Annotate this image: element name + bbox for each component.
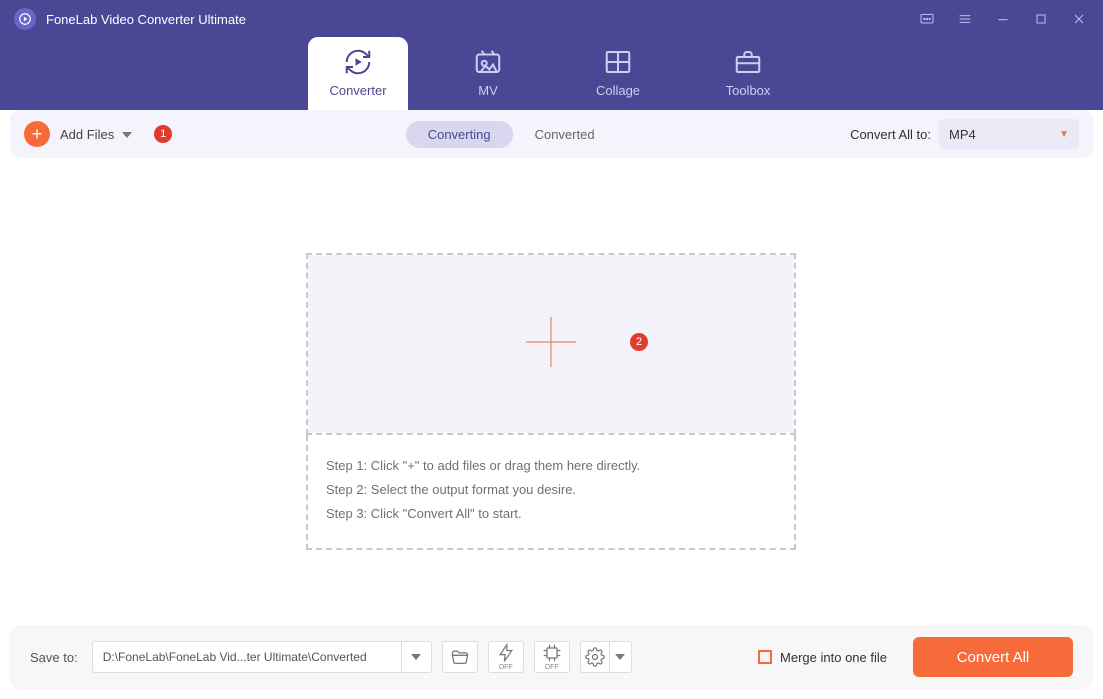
save-path-field[interactable]: D:\FoneLab\FoneLab Vid...ter Ultimate\Co… [92, 641, 402, 673]
menu-icon[interactable] [957, 11, 973, 27]
merge-label: Merge into one file [780, 650, 887, 665]
feedback-icon[interactable] [919, 11, 935, 27]
big-plus-icon[interactable] [522, 313, 580, 376]
convert-all-to-label: Convert All to: [850, 127, 931, 142]
main-nav: Converter MV Collage Toolbox [0, 38, 1103, 110]
merge-checkbox[interactable]: Merge into one file [758, 650, 887, 665]
toolbox-icon [733, 47, 763, 77]
high-speed-off-label: OFF [499, 664, 513, 671]
checkbox-icon [758, 650, 772, 664]
app-title: FoneLab Video Converter Ultimate [46, 12, 919, 27]
nav-toolbox-label: Toolbox [726, 83, 771, 98]
step-2: Step 2: Select the output format you des… [326, 481, 776, 499]
chevron-down-icon: ▼ [1059, 129, 1069, 140]
header: FoneLab Video Converter Ultimate [0, 0, 1103, 110]
settings-dropdown[interactable] [610, 641, 632, 673]
footer-bar: Save to: D:\FoneLab\FoneLab Vid...ter Ul… [10, 625, 1093, 689]
maximize-button[interactable] [1033, 11, 1049, 27]
status-segment: Converting Converted [406, 121, 617, 148]
tab-converted[interactable]: Converted [513, 121, 617, 148]
title-bar: FoneLab Video Converter Ultimate [0, 0, 1103, 38]
nav-mv[interactable]: MV [438, 37, 538, 110]
annotation-badge-2: 2 [630, 333, 648, 351]
nav-collage[interactable]: Collage [568, 37, 668, 110]
drop-zone[interactable]: 2 [306, 253, 796, 435]
plus-icon: + [24, 121, 50, 147]
step-1: Step 1: Click "+" to add files or drag t… [326, 457, 776, 475]
window-controls [919, 11, 1087, 27]
nav-collage-label: Collage [596, 83, 640, 98]
add-files-button[interactable]: + Add Files [24, 121, 132, 147]
high-speed-toggle[interactable]: OFF [488, 641, 524, 673]
nav-converter[interactable]: Converter [308, 37, 408, 110]
gpu-accel-toggle[interactable]: OFF [534, 641, 570, 673]
nav-toolbox[interactable]: Toolbox [698, 37, 798, 110]
output-format-select[interactable]: MP4 ▼ [939, 119, 1079, 149]
open-folder-button[interactable] [442, 641, 478, 673]
minimize-button[interactable] [995, 11, 1011, 27]
nav-mv-label: MV [478, 83, 498, 98]
add-files-label: Add Files [60, 127, 114, 142]
instructions: Step 1: Click "+" to add files or drag t… [308, 435, 794, 548]
save-to-label: Save to: [30, 650, 78, 665]
annotation-badge-1: 1 [154, 125, 172, 143]
tab-converting[interactable]: Converting [406, 121, 513, 148]
convert-all-button[interactable]: Convert All [913, 637, 1073, 677]
close-button[interactable] [1071, 11, 1087, 27]
nav-converter-label: Converter [329, 83, 386, 98]
chevron-down-icon [122, 125, 132, 143]
output-format-value: MP4 [949, 127, 976, 142]
app-logo [14, 8, 36, 30]
toolbar: + Add Files 1 Converting Converted Conve… [10, 110, 1093, 158]
mv-icon [473, 47, 503, 77]
collage-icon [603, 47, 633, 77]
gpu-off-label: OFF [545, 664, 559, 671]
save-path-dropdown[interactable] [402, 641, 432, 673]
main-area: 2 Step 1: Click "+" to add files or drag… [0, 158, 1103, 625]
settings-button[interactable] [580, 641, 610, 673]
converter-icon [343, 47, 373, 77]
step-3: Step 3: Click "Convert All" to start. [326, 505, 776, 523]
